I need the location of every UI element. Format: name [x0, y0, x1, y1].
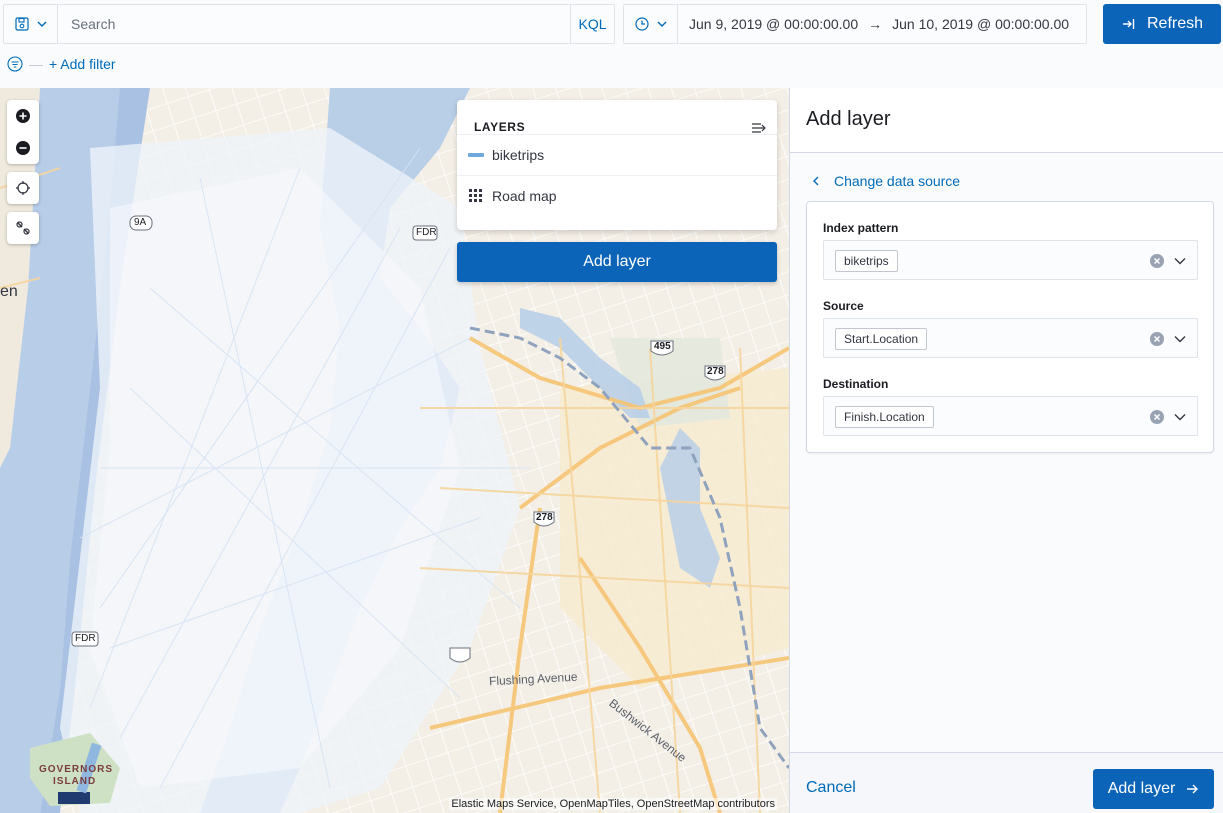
- chevron-down-icon[interactable]: [1173, 254, 1187, 268]
- selected-value: Start.Location: [835, 328, 928, 350]
- refresh-button[interactable]: Refresh: [1103, 4, 1221, 44]
- wrench-icon: [16, 221, 30, 235]
- index-pattern-select[interactable]: biketrips: [823, 240, 1198, 280]
- interstate-495-label: 495: [654, 341, 671, 352]
- interstate-278-label: 278: [707, 366, 724, 377]
- range-arrow-icon: →: [868, 16, 883, 32]
- saved-queries-button[interactable]: [4, 5, 58, 43]
- selected-value: Finish.Location: [835, 406, 934, 428]
- layer-item-biketrips[interactable]: biketrips: [457, 134, 777, 175]
- minus-icon: [16, 141, 30, 155]
- filter-row: — + Add filter: [7, 55, 116, 73]
- chevron-down-icon[interactable]: [1173, 332, 1187, 346]
- end-date[interactable]: Jun 10, 2019 @ 00:00:00.00: [892, 16, 1069, 32]
- route-9a-label: 9A: [134, 217, 147, 228]
- layer-label: biketrips: [492, 147, 545, 163]
- clear-icon[interactable]: [1149, 253, 1165, 269]
- query-bar: KQL Jun 9, 2019 @ 00:00:00.00 → Jun 10, …: [0, 0, 1223, 88]
- add-layer-flyout: Add layer Change data source Index patte…: [789, 88, 1223, 813]
- filter-separator: —: [29, 56, 43, 72]
- layer-control-panel: LAYERS biketrips Road map: [457, 100, 777, 230]
- search-bar: KQL: [3, 4, 615, 44]
- crosshair-icon: [16, 181, 30, 195]
- save-icon: [14, 17, 29, 31]
- tools-button[interactable]: [7, 212, 39, 244]
- source-settings-panel: Index pattern biketrips Source Start.Loc…: [806, 201, 1214, 453]
- clear-icon[interactable]: [1149, 409, 1165, 425]
- set-view-button[interactable]: [7, 172, 39, 204]
- chevron-down-icon: [657, 21, 666, 27]
- fdr-label: FDR: [416, 227, 437, 238]
- zoom-controls: [7, 100, 39, 164]
- governors-label: GOVERNORS: [39, 764, 114, 775]
- source-select[interactable]: Start.Location: [823, 318, 1198, 358]
- date-picker: Jun 9, 2019 @ 00:00:00.00 → Jun 10, 2019…: [623, 4, 1087, 44]
- date-range: Jun 9, 2019 @ 00:00:00.00 → Jun 10, 2019…: [679, 5, 1069, 43]
- refresh-label: Refresh: [1146, 15, 1204, 32]
- line-swatch-icon: [468, 153, 484, 157]
- change-data-source-label: Change data source: [834, 173, 961, 189]
- chevron-down-icon[interactable]: [1173, 410, 1187, 424]
- add-layer-submit-label: Add layer: [1107, 780, 1176, 797]
- change-data-source-link[interactable]: Change data source: [810, 173, 960, 189]
- chevron-down-icon: [37, 21, 46, 27]
- selected-value: biketrips: [835, 250, 898, 272]
- refresh-icon: [1122, 19, 1135, 29]
- layer-item-road-map[interactable]: Road map: [457, 175, 777, 216]
- map-attribution[interactable]: Elastic Maps Service, OpenMapTiles, Open…: [449, 798, 777, 810]
- layer-label: Road map: [492, 188, 557, 204]
- filter-icon[interactable]: [7, 56, 23, 72]
- add-layer-button[interactable]: Add layer: [457, 242, 777, 282]
- zoom-in-button[interactable]: [7, 100, 39, 132]
- set-view-control: [7, 172, 39, 204]
- map-edge-label: en: [0, 283, 18, 300]
- kql-toggle-button[interactable]: KQL: [570, 5, 614, 43]
- clear-icon[interactable]: [1149, 331, 1165, 347]
- chevron-left-icon: [813, 176, 819, 186]
- tools-control: [7, 212, 39, 244]
- add-filter-link[interactable]: + Add filter: [49, 56, 116, 72]
- cancel-button[interactable]: Cancel: [806, 779, 856, 797]
- arrow-right-icon: [1187, 784, 1199, 794]
- destination-label: Destination: [823, 377, 889, 391]
- index-pattern-label: Index pattern: [823, 221, 899, 235]
- quick-date-menu-button[interactable]: [624, 5, 678, 43]
- start-date[interactable]: Jun 9, 2019 @ 00:00:00.00: [689, 16, 858, 32]
- plus-icon: [16, 109, 30, 123]
- map-canvas[interactable]: 9A FDR FDR 495 278 278 en Flushing Avenu…: [0, 88, 789, 813]
- fdr-label: FDR: [75, 633, 96, 644]
- zoom-out-button[interactable]: [7, 132, 39, 164]
- island-label: ISLAND: [53, 776, 97, 787]
- clock-icon: [634, 17, 649, 31]
- source-label: Source: [823, 299, 864, 313]
- grid-icon: [469, 189, 482, 202]
- layers-title: LAYERS: [474, 120, 526, 134]
- flyout-title: Add layer: [806, 108, 891, 130]
- flyout-body: Change data source Index pattern biketri…: [790, 153, 1223, 753]
- destination-select[interactable]: Finish.Location: [823, 396, 1198, 436]
- flyout-footer: Cancel Add layer: [790, 752, 1223, 813]
- interstate-278-label: 278: [536, 512, 553, 523]
- add-layer-submit-button[interactable]: Add layer: [1093, 769, 1214, 809]
- search-input[interactable]: [59, 5, 571, 43]
